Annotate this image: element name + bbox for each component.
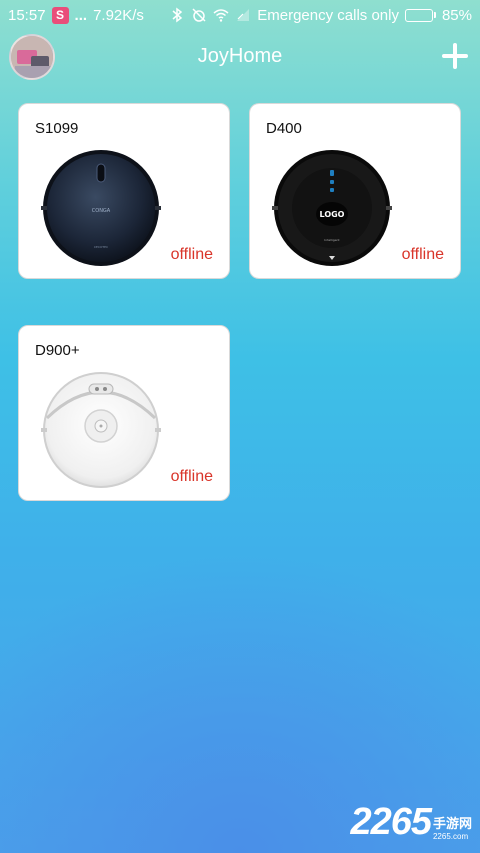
- status-bar-left: 15:57 S ... 7.92K/s: [8, 6, 144, 24]
- user-avatar[interactable]: [9, 34, 55, 80]
- device-name: D900+: [35, 342, 80, 359]
- watermark-url: 2265.com: [432, 832, 469, 841]
- device-name: S1099: [35, 120, 79, 137]
- svg-text:Intelligent: Intelligent: [324, 238, 340, 242]
- svg-text:CECOTEC: CECOTEC: [94, 245, 108, 249]
- device-card-d400[interactable]: D400 LOGO Intelligent offline: [249, 103, 461, 279]
- app-notification-icon: S: [51, 6, 69, 24]
- status-bar: 15:57 S ... 7.92K/s Emergency calls only…: [0, 0, 480, 30]
- status-bar-right: Emergency calls only 85%: [169, 7, 472, 24]
- device-status: offline: [401, 246, 444, 263]
- device-name: D400: [266, 120, 302, 137]
- network-speed: 7.92K/s: [93, 6, 144, 24]
- device-logo: LOGO: [320, 210, 345, 219]
- watermark-chinese: 手游网: [432, 816, 472, 831]
- avatar-image: [11, 36, 53, 78]
- network-status: Emergency calls only: [257, 6, 399, 24]
- add-device-button[interactable]: [440, 41, 470, 71]
- robot-vacuum-black-icon: LOGO Intelligent: [272, 150, 392, 266]
- robot-vacuum-white-icon: [41, 372, 161, 488]
- app-header: JoyHome: [0, 30, 480, 82]
- clock: 15:57: [8, 6, 46, 24]
- watermark-text: 手游网 2265.com: [433, 813, 472, 841]
- watermark-number: 2265: [350, 801, 432, 843]
- device-card-d900plus[interactable]: D900+ offline: [18, 325, 230, 501]
- robot-vacuum-dark-blue-icon: CONGA CECOTEC: [41, 150, 161, 266]
- more-notifications-icon: ...: [74, 6, 88, 24]
- device-card-s1099[interactable]: S1099 CONGA CECOTEC offline: [18, 103, 230, 279]
- bluetooth-icon: [172, 7, 183, 23]
- device-status: offline: [170, 468, 213, 485]
- site-watermark: 2265 手游网 2265.com: [350, 803, 472, 841]
- battery-percent: 85%: [441, 6, 472, 24]
- app-title: JoyHome: [197, 44, 283, 67]
- wifi-icon: [213, 9, 229, 22]
- alarm-off-icon: [192, 8, 206, 22]
- signal-off-icon: [237, 9, 250, 21]
- svg-text:CONGA: CONGA: [92, 208, 111, 214]
- device-status: offline: [170, 246, 213, 263]
- battery-icon: [404, 8, 436, 22]
